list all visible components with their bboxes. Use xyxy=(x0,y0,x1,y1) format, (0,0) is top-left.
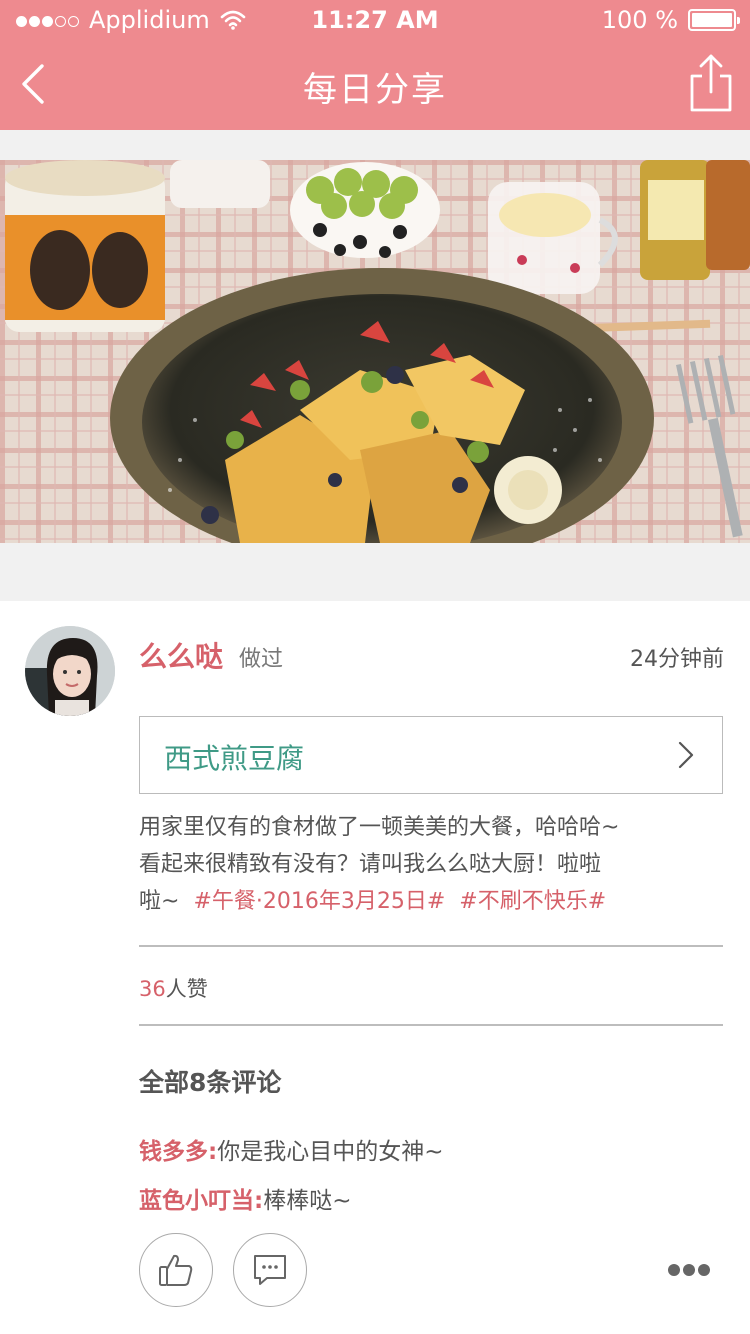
divider xyxy=(139,1024,723,1026)
post-text-line: 看起来很精致有没有？请叫我么么哒大厨！啦啦 xyxy=(139,852,602,877)
top-bar: Applidium 11:27 AM 100 % 每日分享 xyxy=(0,0,750,130)
user-name[interactable]: 么么哒 xyxy=(139,635,223,675)
battery-icon xyxy=(688,9,740,31)
status-bar: Applidium 11:27 AM 100 % xyxy=(0,0,750,40)
post-photo[interactable] xyxy=(0,160,750,543)
nav-bar: 每日分享 xyxy=(0,40,750,130)
likes-number: 36 xyxy=(139,977,166,1001)
comments-title[interactable]: 全部8条评论 xyxy=(139,1063,281,1099)
user-action: 做过 xyxy=(239,647,284,672)
likes-suffix: 人赞 xyxy=(165,977,208,1001)
battery-percent: 100 % xyxy=(601,6,678,34)
recipe-name: 西式煎豆腐 xyxy=(164,742,305,775)
page-title: 每日分享 xyxy=(303,70,447,110)
post-time: 24分钟前 xyxy=(630,647,724,672)
like-button[interactable] xyxy=(139,1233,213,1307)
comment-author[interactable]: 钱多多: xyxy=(139,1139,217,1165)
post-text-line-last: 啦~ #午餐·2016年3月25日# #不刷不快乐# xyxy=(139,883,729,920)
divider xyxy=(139,945,723,947)
chevron-right-icon xyxy=(678,741,694,769)
more-icon[interactable] xyxy=(668,1261,714,1281)
post-text-line: 啦~ xyxy=(139,889,180,914)
post-card: 么么哒 做过 24分钟前 西式煎豆腐 用家里仅有的食材做了一顿美美的大餐，哈哈哈… xyxy=(0,601,750,1334)
comment-button[interactable] xyxy=(233,1233,307,1307)
post-text: 用家里仅有的食材做了一顿美美的大餐，哈哈哈~ 看起来很精致有没有？请叫我么么哒大… xyxy=(139,809,729,920)
share-button[interactable] xyxy=(688,52,734,114)
comment-author[interactable]: 蓝色小叮当: xyxy=(139,1188,263,1214)
comment-text: 你是我心目中的女神~ xyxy=(217,1139,444,1165)
hashtag-link[interactable]: #不刷不快乐# xyxy=(459,889,606,914)
comment-item: 蓝色小叮当:棒棒哒~ xyxy=(139,1181,351,1215)
likes-count[interactable]: 36人赞 xyxy=(139,973,208,1003)
comment-icon xyxy=(254,1255,286,1285)
post-text-line: 用家里仅有的食材做了一顿美美的大餐，哈哈哈~ xyxy=(139,815,620,840)
hashtag-link[interactable]: #午餐·2016年3月25日# xyxy=(193,889,445,914)
recipe-link-button[interactable]: 西式煎豆腐 xyxy=(139,716,723,794)
comment-text: 棒棒哒~ xyxy=(263,1188,352,1214)
avatar[interactable] xyxy=(25,626,115,716)
status-right: 100 % xyxy=(601,6,740,34)
thumbs-up-icon xyxy=(159,1254,193,1286)
food-photo-illustration xyxy=(0,160,750,543)
comment-item: 钱多多:你是我心目中的女神~ xyxy=(139,1132,443,1166)
